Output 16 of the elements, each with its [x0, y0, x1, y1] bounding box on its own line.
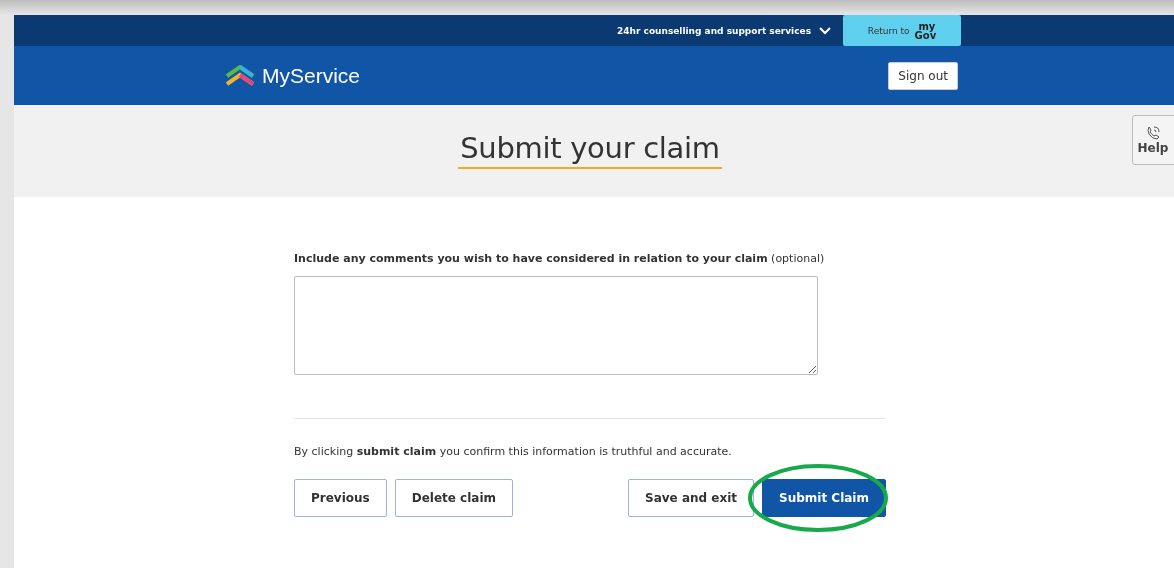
- logo-icon: [224, 64, 256, 87]
- brand-name: MyService: [262, 63, 361, 88]
- page-title: Submit your claim: [458, 131, 722, 169]
- sign-out-button[interactable]: Sign out: [888, 61, 958, 90]
- support-services-menu[interactable]: 24hr counselling and support services: [617, 25, 831, 36]
- save-and-exit-button[interactable]: Save and exit: [628, 479, 755, 517]
- help-tab[interactable]: Help: [1132, 115, 1174, 165]
- comments-field[interactable]: [294, 276, 818, 375]
- declaration-text: By clicking submit claim you confirm this information is truthful and accurate.: [294, 445, 733, 458]
- delete-claim-button[interactable]: Delete claim: [394, 479, 514, 517]
- comments-label: Include any comments you wish to have considered in relation to your claim (optional): [294, 252, 826, 265]
- previous-button[interactable]: Previous: [294, 479, 387, 517]
- phone-icon: [1146, 125, 1160, 140]
- chevron-icon: [819, 26, 831, 35]
- submit-button[interactable]: Submit Claim: [762, 479, 886, 517]
- mygov-logo: my Gov: [914, 21, 937, 40]
